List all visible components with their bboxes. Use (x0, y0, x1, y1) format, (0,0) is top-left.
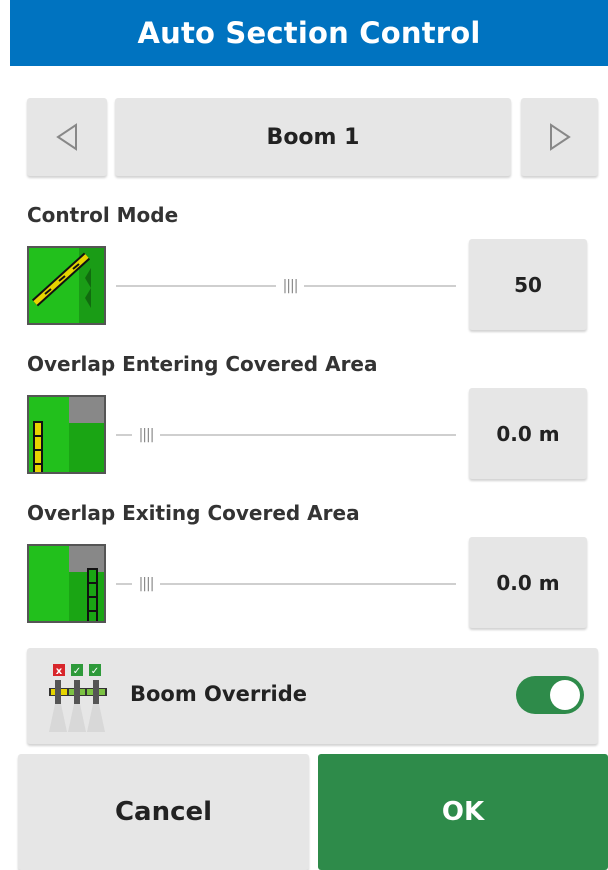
boom-override-toggle[interactable] (516, 676, 584, 714)
overlap-exiting-slider[interactable]: |||| (116, 572, 456, 596)
slider-handle[interactable]: |||| (276, 274, 304, 298)
page-title: Auto Section Control (137, 16, 481, 50)
toggle-knob (550, 680, 580, 710)
previous-boom-button[interactable] (27, 98, 107, 176)
overlap-exiting-label: Overlap Exiting Covered Area (27, 501, 360, 525)
overlap-exiting-value-button[interactable]: 0.0 m (469, 537, 587, 628)
next-boom-button[interactable] (521, 98, 598, 176)
overlap-entering-value-button[interactable]: 0.0 m (469, 388, 587, 479)
ok-label: OK (441, 797, 485, 827)
svg-text:✓: ✓ (91, 666, 99, 677)
cancel-label: Cancel (114, 797, 213, 827)
slider-handle[interactable]: |||| (132, 423, 160, 447)
control-mode-value-button[interactable]: 50 (469, 239, 587, 330)
overlap-entering-value: 0.0 m (496, 421, 560, 446)
boom-select-button[interactable]: Boom 1 (115, 98, 511, 176)
triangle-right-icon (549, 123, 571, 151)
overlap-entering-icon (27, 395, 106, 474)
cancel-button[interactable]: Cancel (18, 754, 309, 870)
control-mode-label: Control Mode (27, 203, 179, 227)
slider-track (116, 434, 456, 436)
overlap-entering-slider[interactable]: |||| (116, 423, 456, 447)
overlap-exiting-icon (27, 544, 106, 623)
boom-label: Boom 1 (266, 124, 360, 150)
svg-text:x: x (56, 666, 63, 677)
triangle-left-icon (56, 123, 77, 151)
title-bar: Auto Section Control (10, 0, 608, 66)
svg-text:✓: ✓ (73, 666, 81, 677)
boom-override-icon: x ✓ ✓ (49, 664, 107, 732)
slider-handle[interactable]: |||| (132, 572, 160, 596)
slider-track (116, 583, 456, 585)
ok-button[interactable]: OK (318, 754, 608, 870)
boom-override-label: Boom Override (130, 682, 308, 706)
control-mode-icon (27, 246, 106, 325)
control-mode-slider[interactable]: |||| (116, 274, 456, 298)
boom-override-row[interactable]: x ✓ ✓ Boom Override (27, 648, 598, 744)
control-mode-value: 50 (514, 272, 542, 297)
overlap-exiting-value: 0.0 m (496, 570, 560, 595)
overlap-entering-label: Overlap Entering Covered Area (27, 352, 378, 376)
